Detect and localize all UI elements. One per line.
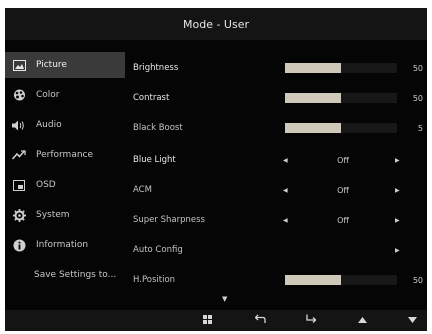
- left-arrow-icon[interactable]: ◀: [283, 187, 288, 194]
- sidebar-item-picture[interactable]: Picture: [5, 52, 125, 78]
- setting-row-h-position[interactable]: H.Position 50: [133, 268, 427, 292]
- sidebar-item-information[interactable]: Information: [5, 232, 125, 258]
- setting-label: ACM: [133, 185, 152, 195]
- h-position-slider[interactable]: [285, 275, 397, 285]
- enter-button[interactable]: [296, 310, 326, 331]
- save-settings-label: Save Settings to...: [34, 270, 117, 280]
- back-button[interactable]: [245, 310, 275, 331]
- sidebar-item-color[interactable]: Color: [5, 82, 125, 108]
- setting-row-auto-config[interactable]: Auto Config ▶: [133, 238, 427, 262]
- setting-row-brightness[interactable]: Brightness 50: [133, 56, 427, 80]
- setting-label: Blue Light: [133, 155, 176, 165]
- sidebar: Picture Color Audio Performance OSD Syst…: [5, 52, 125, 292]
- right-arrow-icon[interactable]: ▶: [395, 187, 400, 194]
- sidebar-item-label: Information: [36, 240, 89, 250]
- osd-icon: [5, 179, 33, 191]
- speaker-icon: [5, 120, 33, 131]
- setting-value: 50: [412, 93, 423, 103]
- setting-label: Black Boost: [133, 123, 183, 133]
- sidebar-item-audio[interactable]: Audio: [5, 112, 125, 138]
- down-button[interactable]: [397, 310, 427, 331]
- up-button[interactable]: [347, 310, 377, 331]
- brightness-slider[interactable]: [285, 63, 397, 73]
- mode-title: Mode - User: [182, 17, 249, 31]
- sidebar-item-label: Picture: [36, 60, 67, 70]
- left-arrow-icon[interactable]: ◀: [283, 157, 288, 164]
- sidebar-item-label: Color: [36, 90, 60, 100]
- sidebar-item-label: System: [36, 210, 70, 220]
- left-arrow-icon[interactable]: ◀: [283, 217, 288, 224]
- setting-row-acm[interactable]: ACM ◀ Off ▶: [133, 178, 427, 202]
- slider-fill: [285, 123, 341, 133]
- slider-fill: [285, 63, 341, 73]
- color-palette-icon: [5, 89, 33, 101]
- enter-icon: [305, 314, 317, 327]
- setting-label: H.Position: [133, 275, 176, 285]
- back-icon: [254, 314, 266, 327]
- scroll-down-icon[interactable]: ▼: [222, 295, 227, 303]
- picture-icon: [5, 59, 33, 71]
- save-settings-button[interactable]: Save Settings to...: [5, 262, 125, 288]
- setting-label: Contrast: [133, 93, 170, 103]
- right-arrow-icon[interactable]: ▶: [395, 217, 400, 224]
- setting-value: 50: [412, 275, 423, 285]
- setting-label: Brightness: [133, 63, 179, 73]
- setting-value: Off: [337, 215, 349, 225]
- menu-grid-icon: [202, 314, 212, 327]
- sidebar-item-performance[interactable]: Performance: [5, 142, 125, 168]
- down-icon: [407, 316, 417, 326]
- setting-label: Super Sharpness: [133, 215, 205, 225]
- setting-value: Off: [337, 155, 349, 165]
- sidebar-item-system[interactable]: System: [5, 202, 125, 228]
- setting-value: Off: [337, 185, 349, 195]
- black-boost-slider[interactable]: [285, 123, 397, 133]
- bottom-button-bar: [5, 310, 427, 331]
- osd-menu: Mode - User Picture Color Audio Performa…: [5, 8, 427, 331]
- sidebar-item-osd[interactable]: OSD: [5, 172, 125, 198]
- gear-icon: [5, 208, 33, 222]
- sidebar-item-label: OSD: [36, 180, 56, 190]
- menu-button[interactable]: [192, 310, 222, 331]
- slider-fill: [285, 93, 341, 103]
- setting-row-blue-light[interactable]: Blue Light ◀ Off ▶: [133, 148, 427, 172]
- setting-value: 5: [417, 123, 423, 133]
- info-icon: [5, 239, 33, 252]
- setting-row-black-boost[interactable]: Black Boost 5: [133, 116, 427, 140]
- sidebar-item-label: Performance: [36, 150, 94, 160]
- settings-list: Brightness 50 Contrast 50 Black Boost 5 …: [133, 52, 427, 292]
- slider-fill: [285, 275, 341, 285]
- title-bar: Mode - User: [5, 8, 427, 40]
- right-arrow-icon[interactable]: ▶: [395, 157, 400, 164]
- setting-label: Auto Config: [133, 245, 183, 255]
- setting-row-super-sharpness[interactable]: Super Sharpness ◀ Off ▶: [133, 208, 427, 232]
- right-arrow-icon[interactable]: ▶: [395, 247, 400, 254]
- setting-value: 50: [412, 63, 423, 73]
- contrast-slider[interactable]: [285, 93, 397, 103]
- performance-icon: [5, 150, 33, 160]
- up-icon: [357, 316, 367, 326]
- setting-row-contrast[interactable]: Contrast 50: [133, 86, 427, 110]
- sidebar-item-label: Audio: [36, 120, 62, 130]
